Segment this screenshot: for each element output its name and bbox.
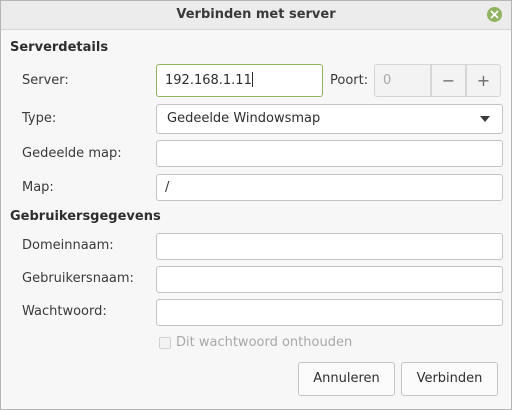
port-decrement-button[interactable]: − xyxy=(431,64,466,97)
type-dropdown[interactable]: Gedeelde Windowsmap xyxy=(156,104,503,134)
cancel-button[interactable]: Annuleren xyxy=(298,362,395,396)
close-icon xyxy=(490,10,499,19)
password-label: Wachtwoord: xyxy=(22,304,107,319)
server-input[interactable]: 192.168.1.11 xyxy=(156,64,323,97)
server-label: Server: xyxy=(22,73,69,88)
port-label: Poort: xyxy=(330,73,369,88)
port-input[interactable]: 0 xyxy=(374,64,431,97)
password-input[interactable] xyxy=(156,299,503,326)
server-input-value: 192.168.1.11 xyxy=(165,73,252,88)
text-cursor xyxy=(251,72,253,87)
domain-label: Domeinnaam: xyxy=(22,238,114,253)
connect-to-server-dialog: Verbinden met server Serverdetails Serve… xyxy=(0,0,512,410)
folder-label: Map: xyxy=(22,180,54,195)
shared-folder-label: Gedeelde map: xyxy=(22,146,122,161)
title-bar: Verbinden met server xyxy=(1,1,511,30)
user-details-header: Gebruikersgegevens xyxy=(10,209,161,224)
remember-password-checkbox[interactable] xyxy=(159,337,171,349)
close-button[interactable] xyxy=(487,7,502,22)
domain-input[interactable] xyxy=(156,233,503,260)
type-label: Type: xyxy=(22,111,57,126)
username-input[interactable] xyxy=(156,266,503,293)
dropdown-arrow-icon xyxy=(480,116,490,122)
connect-button[interactable]: Verbinden xyxy=(401,362,498,396)
server-details-header: Serverdetails xyxy=(10,40,109,55)
type-dropdown-value: Gedeelde Windowsmap xyxy=(167,111,321,126)
folder-input[interactable]: / xyxy=(156,174,503,201)
username-label: Gebruikersnaam: xyxy=(22,271,134,286)
remember-password-label: Dit wachtwoord onthouden xyxy=(176,335,353,350)
shared-folder-input[interactable] xyxy=(156,140,503,167)
window-title: Verbinden met server xyxy=(176,7,336,22)
port-increment-button[interactable]: + xyxy=(466,64,501,97)
